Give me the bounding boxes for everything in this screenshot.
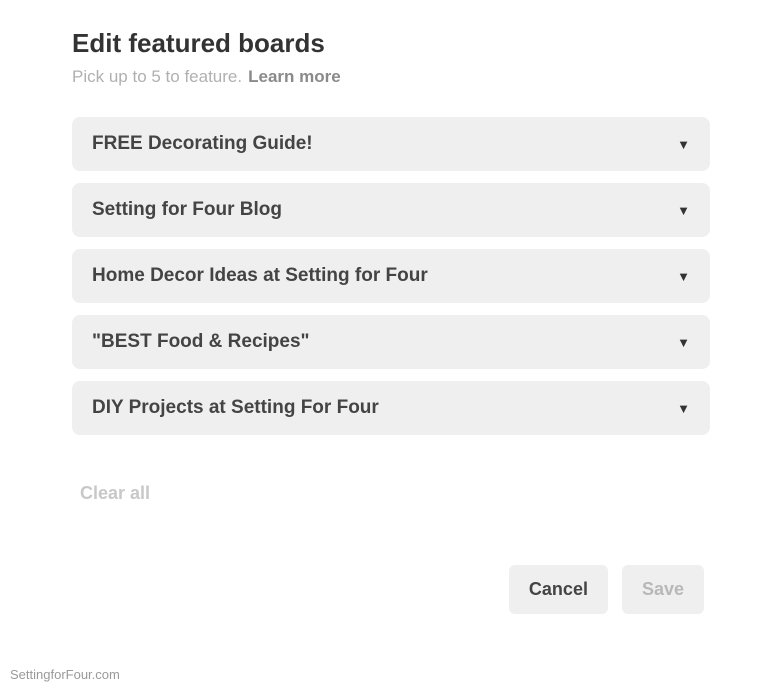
board-label: Setting for Four Blog xyxy=(92,199,282,221)
subtitle-text: Pick up to 5 to feature. xyxy=(72,67,242,87)
board-item[interactable]: Setting for Four Blog ▼ xyxy=(72,183,710,237)
learn-more-link[interactable]: Learn more xyxy=(248,67,341,87)
board-label: "BEST Food & Recipes" xyxy=(92,331,310,353)
chevron-down-icon: ▼ xyxy=(677,335,690,350)
watermark: SettingforFour.com xyxy=(10,667,120,682)
board-item[interactable]: "BEST Food & Recipes" ▼ xyxy=(72,315,710,369)
board-label: Home Decor Ideas at Setting for Four xyxy=(92,265,428,287)
subtitle-row: Pick up to 5 to feature. Learn more xyxy=(72,67,710,87)
chevron-down-icon: ▼ xyxy=(677,203,690,218)
chevron-down-icon: ▼ xyxy=(677,269,690,284)
footer-buttons: Cancel Save xyxy=(509,565,704,614)
board-label: DIY Projects at Setting For Four xyxy=(92,397,379,419)
cancel-button[interactable]: Cancel xyxy=(509,565,608,614)
board-list: FREE Decorating Guide! ▼ Setting for Fou… xyxy=(72,117,710,435)
clear-all-button[interactable]: Clear all xyxy=(72,483,710,504)
board-item[interactable]: DIY Projects at Setting For Four ▼ xyxy=(72,381,710,435)
board-item[interactable]: Home Decor Ideas at Setting for Four ▼ xyxy=(72,249,710,303)
chevron-down-icon: ▼ xyxy=(677,137,690,152)
chevron-down-icon: ▼ xyxy=(677,401,690,416)
board-item[interactable]: FREE Decorating Guide! ▼ xyxy=(72,117,710,171)
board-label: FREE Decorating Guide! xyxy=(92,133,313,155)
save-button[interactable]: Save xyxy=(622,565,704,614)
page-title: Edit featured boards xyxy=(72,28,710,59)
